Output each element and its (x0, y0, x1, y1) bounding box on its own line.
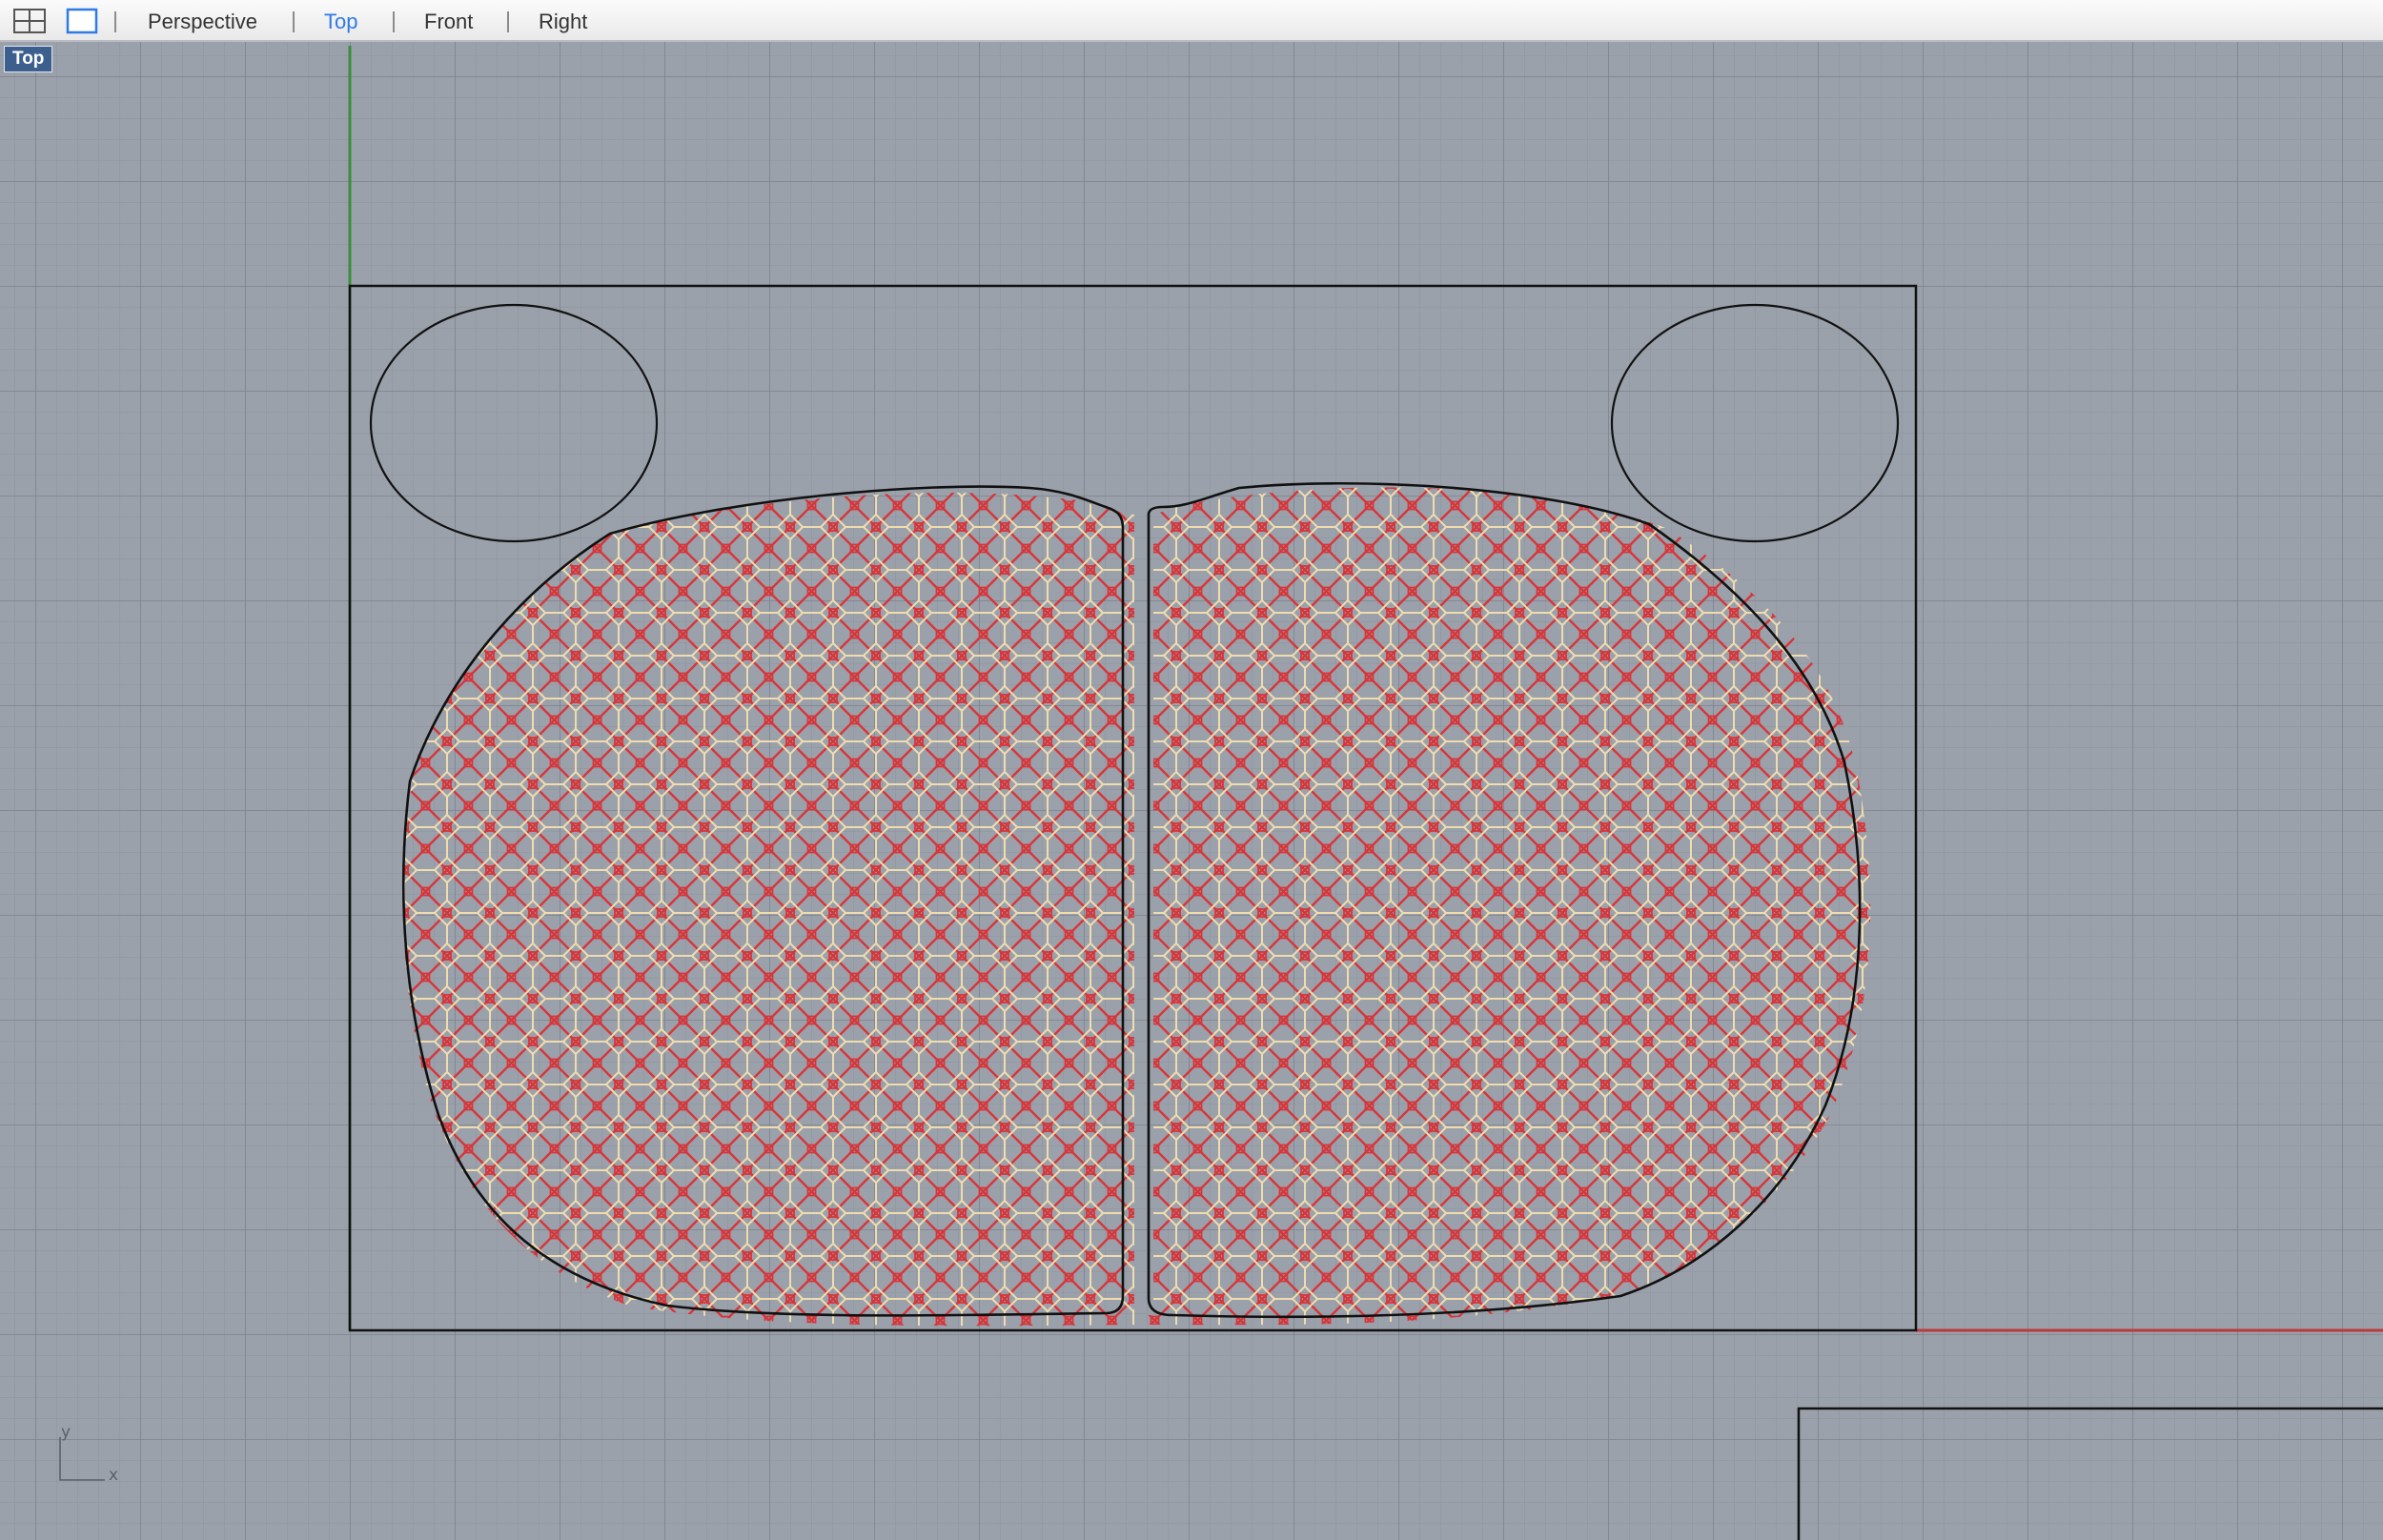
toolbar-separator (293, 11, 295, 32)
single-viewport-icon[interactable] (63, 7, 99, 35)
viewport-title-label[interactable]: Top (4, 46, 53, 72)
cane-weave-pattern[interactable] (381, 467, 1887, 1344)
axis-y-label: y (61, 1423, 71, 1442)
toolbar-separator (507, 11, 509, 32)
tab-front[interactable]: Front (424, 10, 473, 34)
four-viewports-icon[interactable] (11, 7, 48, 35)
tab-top[interactable]: Top (324, 10, 357, 34)
tab-perspective[interactable]: Perspective (148, 10, 257, 34)
tab-right[interactable]: Right (539, 10, 587, 34)
viewport-toolbar: Perspective Top Front Right (0, 0, 2383, 42)
top-viewport-canvas[interactable]: y x (0, 42, 2383, 1540)
axis-x-label: x (109, 1466, 118, 1485)
toolbar-separator (393, 11, 395, 32)
toolbar-separator (114, 11, 116, 32)
